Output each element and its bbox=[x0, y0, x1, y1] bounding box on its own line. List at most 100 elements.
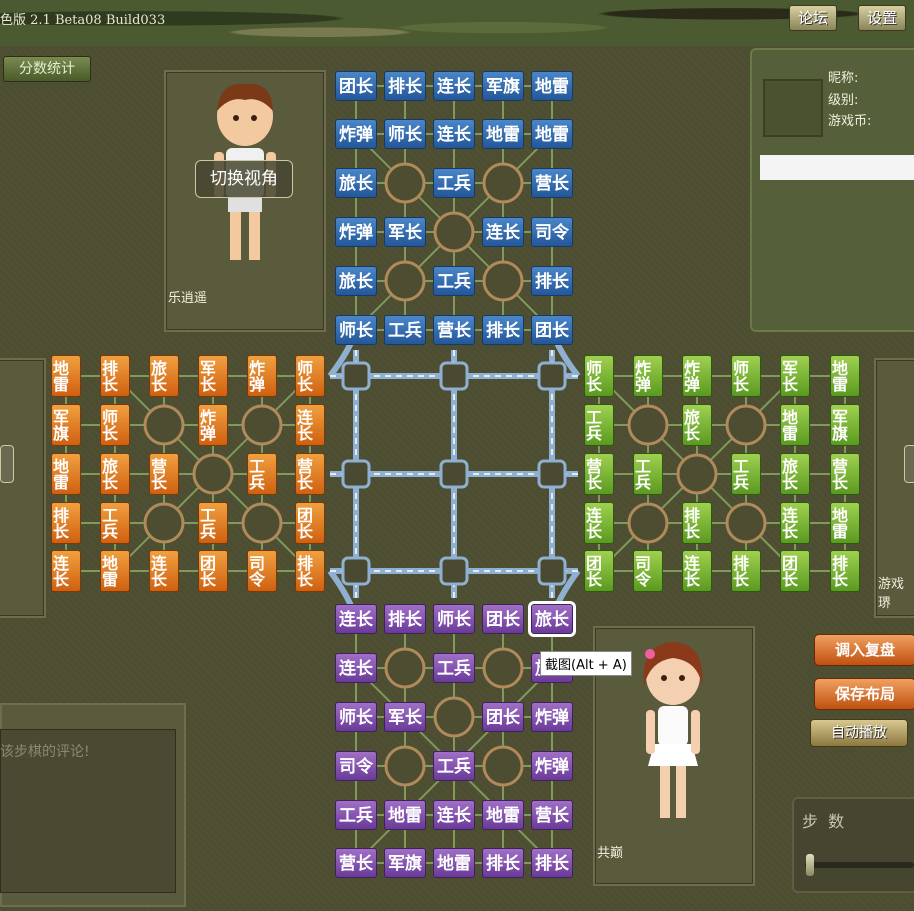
save-layout-button[interactable]: 保存布局 bbox=[814, 678, 914, 710]
green-piece[interactable]: 地雷 bbox=[829, 502, 860, 544]
orange-piece[interactable]: 团长 bbox=[294, 502, 325, 544]
purple-piece[interactable]: 工兵 bbox=[335, 800, 377, 830]
orange-piece[interactable]: 军长 bbox=[197, 355, 228, 397]
orange-piece[interactable]: 司令 bbox=[246, 550, 277, 592]
blue-piece[interactable]: 营长 bbox=[531, 168, 573, 198]
green-piece[interactable]: 工兵 bbox=[730, 453, 761, 495]
orange-piece[interactable]: 排长 bbox=[294, 550, 325, 592]
orange-piece[interactable]: 地雷 bbox=[50, 355, 81, 397]
green-piece[interactable]: 炸弹 bbox=[681, 355, 712, 397]
orange-piece[interactable]: 连长 bbox=[50, 550, 81, 592]
green-piece[interactable]: 地雷 bbox=[829, 355, 860, 397]
blue-piece[interactable]: 团长 bbox=[335, 71, 377, 101]
load-replay-button[interactable]: 调入复盘 bbox=[814, 634, 914, 666]
orange-piece[interactable]: 工兵 bbox=[99, 502, 130, 544]
purple-piece[interactable]: 地雷 bbox=[384, 800, 426, 830]
orange-piece[interactable]: 团长 bbox=[197, 550, 228, 592]
green-piece[interactable]: 旅长 bbox=[779, 453, 810, 495]
purple-piece[interactable]: 排长 bbox=[384, 604, 426, 634]
purple-piece[interactable]: 团长 bbox=[482, 702, 524, 732]
blue-piece[interactable]: 排长 bbox=[384, 71, 426, 101]
blue-piece[interactable]: 排长 bbox=[482, 315, 524, 345]
purple-piece[interactable]: 师长 bbox=[335, 702, 377, 732]
purple-piece[interactable]: 营长 bbox=[335, 848, 377, 878]
green-piece[interactable]: 营长 bbox=[583, 453, 614, 495]
orange-piece[interactable]: 营长 bbox=[294, 453, 325, 495]
purple-piece[interactable]: 军旗 bbox=[384, 848, 426, 878]
blue-piece[interactable]: 司令 bbox=[531, 217, 573, 247]
orange-piece[interactable]: 炸弹 bbox=[197, 404, 228, 446]
blue-piece[interactable]: 旅长 bbox=[335, 168, 377, 198]
green-piece[interactable]: 军长 bbox=[779, 355, 810, 397]
blue-piece[interactable]: 师长 bbox=[335, 315, 377, 345]
blue-piece[interactable]: 工兵 bbox=[384, 315, 426, 345]
orange-piece[interactable]: 工兵 bbox=[246, 453, 277, 495]
blue-piece[interactable]: 连长 bbox=[482, 217, 524, 247]
blue-piece[interactable]: 军旗 bbox=[482, 71, 524, 101]
blue-piece[interactable]: 团长 bbox=[531, 315, 573, 345]
purple-piece[interactable]: 营长 bbox=[531, 800, 573, 830]
blue-piece[interactable]: 工兵 bbox=[433, 266, 475, 296]
blue-piece[interactable]: 地雷 bbox=[482, 119, 524, 149]
purple-piece[interactable]: 炸弹 bbox=[531, 702, 573, 732]
blue-piece[interactable]: 排长 bbox=[531, 266, 573, 296]
orange-piece[interactable]: 排长 bbox=[50, 502, 81, 544]
purple-piece[interactable]: 工兵 bbox=[433, 653, 475, 683]
purple-piece[interactable]: 工兵 bbox=[433, 751, 475, 781]
green-piece[interactable]: 连长 bbox=[583, 502, 614, 544]
blue-piece[interactable]: 营长 bbox=[433, 315, 475, 345]
blue-piece[interactable]: 地雷 bbox=[531, 71, 573, 101]
orange-piece[interactable]: 军旗 bbox=[50, 404, 81, 446]
blue-piece[interactable]: 炸弹 bbox=[335, 119, 377, 149]
blue-piece[interactable]: 地雷 bbox=[531, 119, 573, 149]
purple-piece[interactable]: 排长 bbox=[531, 848, 573, 878]
auto-play-button[interactable]: 自动播放 bbox=[810, 719, 908, 747]
blue-piece[interactable]: 工兵 bbox=[433, 168, 475, 198]
green-piece[interactable]: 营长 bbox=[829, 453, 860, 495]
orange-piece[interactable]: 师长 bbox=[294, 355, 325, 397]
purple-piece[interactable]: 师长 bbox=[433, 604, 475, 634]
purple-piece[interactable]: 军长 bbox=[384, 702, 426, 732]
green-piece[interactable]: 师长 bbox=[583, 355, 614, 397]
steps-slider-track[interactable] bbox=[805, 862, 914, 868]
orange-piece[interactable]: 炸弹 bbox=[246, 355, 277, 397]
green-piece[interactable]: 炸弹 bbox=[632, 355, 663, 397]
green-piece[interactable]: 团长 bbox=[583, 550, 614, 592]
green-piece[interactable]: 军旗 bbox=[829, 404, 860, 446]
orange-piece[interactable]: 连长 bbox=[294, 404, 325, 446]
orange-piece[interactable]: 旅长 bbox=[99, 453, 130, 495]
green-piece[interactable]: 连长 bbox=[779, 502, 810, 544]
purple-piece[interactable]: 司令 bbox=[335, 751, 377, 781]
purple-piece[interactable]: 炸弹 bbox=[531, 751, 573, 781]
green-piece[interactable]: 排长 bbox=[681, 502, 712, 544]
orange-piece[interactable]: 师长 bbox=[99, 404, 130, 446]
blue-piece[interactable]: 军长 bbox=[384, 217, 426, 247]
green-piece[interactable]: 地雷 bbox=[779, 404, 810, 446]
steps-slider-thumb[interactable] bbox=[806, 854, 814, 876]
green-piece[interactable]: 工兵 bbox=[632, 453, 663, 495]
orange-piece[interactable]: 工兵 bbox=[197, 502, 228, 544]
purple-piece[interactable]: 连长 bbox=[433, 800, 475, 830]
orange-piece[interactable]: 旅长 bbox=[148, 355, 179, 397]
blue-piece[interactable]: 炸弹 bbox=[335, 217, 377, 247]
blue-piece[interactable]: 连长 bbox=[433, 71, 475, 101]
blue-piece[interactable]: 师长 bbox=[384, 119, 426, 149]
green-piece[interactable]: 师长 bbox=[730, 355, 761, 397]
purple-piece[interactable]: 连长 bbox=[335, 604, 377, 634]
purple-piece[interactable]: 地雷 bbox=[482, 800, 524, 830]
green-piece[interactable]: 连长 bbox=[681, 550, 712, 592]
green-piece[interactable]: 排长 bbox=[730, 550, 761, 592]
green-piece[interactable]: 司令 bbox=[632, 550, 663, 592]
purple-piece[interactable]: 地雷 bbox=[433, 848, 475, 878]
purple-piece[interactable]: 连长 bbox=[335, 653, 377, 683]
orange-piece[interactable]: 连长 bbox=[148, 550, 179, 592]
blue-piece[interactable]: 连长 bbox=[433, 119, 475, 149]
green-piece[interactable]: 团长 bbox=[779, 550, 810, 592]
green-piece[interactable]: 工兵 bbox=[583, 404, 614, 446]
green-piece[interactable]: 排长 bbox=[829, 550, 860, 592]
purple-piece[interactable]: 排长 bbox=[482, 848, 524, 878]
orange-piece[interactable]: 排长 bbox=[99, 355, 130, 397]
green-piece[interactable]: 旅长 bbox=[681, 404, 712, 446]
orange-piece[interactable]: 营长 bbox=[148, 453, 179, 495]
purple-piece[interactable]: 旅长 bbox=[528, 601, 576, 637]
